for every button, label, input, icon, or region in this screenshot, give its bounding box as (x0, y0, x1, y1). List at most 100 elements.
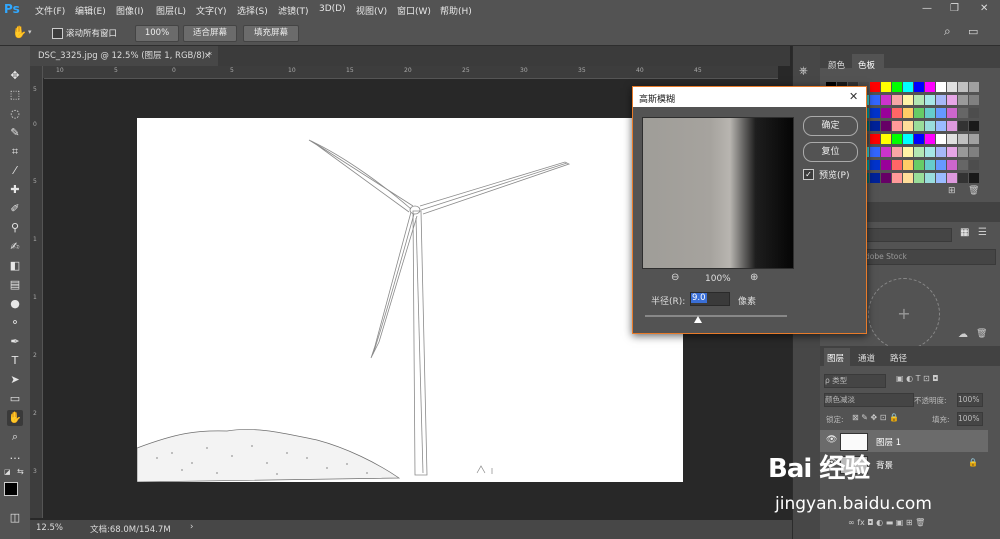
color-swatch[interactable] (870, 121, 880, 131)
color-swatch[interactable] (958, 134, 968, 144)
color-swatch[interactable] (969, 147, 979, 157)
color-swatch[interactable] (870, 173, 880, 183)
swap-colors-icon[interactable]: ⇆ (17, 467, 24, 476)
workspace-icon[interactable]: ▭ (968, 25, 978, 38)
color-swatch[interactable] (903, 147, 913, 157)
document-canvas[interactable] (137, 118, 683, 482)
color-swatch[interactable] (881, 173, 891, 183)
color-swatch[interactable] (947, 173, 957, 183)
zoom-tool-icon[interactable]: ⌕ (7, 429, 23, 445)
color-swatch[interactable] (870, 160, 880, 170)
color-swatch[interactable] (914, 108, 924, 118)
dialog-close-icon[interactable]: ✕ (849, 90, 858, 103)
color-swatch[interactable] (958, 173, 968, 183)
eyedropper-tool-icon[interactable]: ⁄ (7, 163, 23, 179)
color-swatch[interactable] (936, 108, 946, 118)
menu-view[interactable]: 视图(V) (356, 4, 387, 17)
foreground-color-swatch[interactable] (4, 482, 18, 496)
color-swatch[interactable] (870, 95, 880, 105)
color-swatch[interactable] (870, 134, 880, 144)
color-swatch[interactable] (958, 108, 968, 118)
color-swatch[interactable] (903, 173, 913, 183)
status-zoom[interactable]: 12.5% (36, 523, 63, 533)
zoom-out-icon[interactable]: ⊖ (671, 272, 679, 283)
menu-edit[interactable]: 编辑(E) (75, 4, 106, 17)
tab-layers[interactable]: 图层 (827, 352, 844, 364)
fill-input[interactable]: 100% (957, 412, 983, 426)
color-swatch[interactable] (925, 147, 935, 157)
eraser-tool-icon[interactable]: ◧ (7, 258, 23, 274)
tab-swatches[interactable]: 色板 (858, 59, 875, 71)
color-swatch[interactable] (947, 95, 957, 105)
color-swatch[interactable] (947, 82, 957, 92)
document-tab[interactable]: DSC_3325.jpg @ 12.5% (图层 1, RGB/8) * × (30, 46, 218, 66)
color-swatch[interactable] (892, 134, 902, 144)
color-swatch[interactable] (969, 95, 979, 105)
search-icon[interactable]: ⌕ (944, 24, 951, 39)
rectangle-tool-icon[interactable]: ▭ (7, 391, 23, 407)
layers-bottom-icons[interactable]: ∞ fx ◘ ◐ ▬ ▣ ⊞ 🗑 (848, 518, 925, 527)
color-swatch[interactable] (903, 82, 913, 92)
close-tab-icon[interactable]: × (204, 46, 211, 66)
color-swatch[interactable] (903, 95, 913, 105)
color-swatch[interactable] (936, 160, 946, 170)
hand-tool-icon[interactable]: ✋ (7, 410, 23, 426)
layer-filter-icons[interactable]: ▣ ◐ T ⊡ ◘ (896, 374, 939, 383)
color-swatch[interactable] (947, 134, 957, 144)
color-swatch[interactable] (958, 82, 968, 92)
color-swatch[interactable] (903, 108, 913, 118)
color-swatch[interactable] (881, 147, 891, 157)
more-tools-icon[interactable]: … (7, 448, 23, 464)
color-swatch[interactable] (892, 95, 902, 105)
lock-icons[interactable]: ⊠ ✎ ✥ ⊡ 🔒 (852, 413, 899, 422)
ok-button[interactable]: 确定 (803, 116, 858, 136)
brush-tool-icon[interactable]: ✐ (7, 201, 23, 217)
clone-stamp-tool-icon[interactable]: ⚲ (7, 220, 23, 236)
color-swatch[interactable] (914, 82, 924, 92)
color-swatch[interactable] (925, 82, 935, 92)
grid-view-icon[interactable]: ▦ (960, 227, 969, 238)
history-panel-icon[interactable]: ⎈ (799, 64, 808, 78)
color-swatch[interactable] (892, 108, 902, 118)
color-swatch[interactable] (903, 160, 913, 170)
gradient-tool-icon[interactable]: ▤ (7, 277, 23, 293)
menu-layer[interactable]: 图层(L) (156, 4, 186, 17)
color-swatch[interactable] (914, 160, 924, 170)
color-swatch[interactable] (969, 121, 979, 131)
color-swatch[interactable] (914, 134, 924, 144)
color-swatch[interactable] (947, 160, 957, 170)
color-swatch[interactable] (936, 173, 946, 183)
default-colors-icon[interactable]: ◪ (4, 468, 11, 476)
color-swatch[interactable] (958, 121, 968, 131)
path-select-tool-icon[interactable]: ➤ (7, 372, 23, 388)
color-swatch[interactable] (969, 134, 979, 144)
zoom-in-icon[interactable]: ⊕ (750, 272, 758, 283)
cloud-icon[interactable]: ☁ (958, 329, 968, 340)
status-menu-arrow[interactable]: › (190, 522, 193, 532)
color-swatch[interactable] (903, 121, 913, 131)
color-swatch[interactable] (881, 82, 891, 92)
menu-type[interactable]: 文字(Y) (196, 4, 227, 17)
new-swatch-icon[interactable]: ⊞ (948, 186, 956, 196)
layer-kind-filter[interactable]: ρ 类型 (824, 374, 886, 388)
color-swatch[interactable] (892, 147, 902, 157)
reset-button[interactable]: 复位 (803, 142, 858, 162)
library-select[interactable] (864, 228, 952, 242)
color-swatch[interactable] (969, 108, 979, 118)
color-swatch[interactable] (892, 160, 902, 170)
color-swatch[interactable] (925, 173, 935, 183)
color-swatch[interactable] (936, 121, 946, 131)
layer-name[interactable]: 图层 1 (876, 436, 901, 448)
color-swatch[interactable] (903, 134, 913, 144)
color-swatch[interactable] (925, 160, 935, 170)
color-swatch[interactable] (881, 160, 891, 170)
dodge-tool-icon[interactable]: ⚬ (7, 315, 23, 331)
color-swatch[interactable] (870, 108, 880, 118)
menu-3d[interactable]: 3D(D) (319, 4, 346, 14)
marquee-tool-icon[interactable]: ⬚ (7, 87, 23, 103)
tab-channels[interactable]: 通道 (858, 352, 875, 364)
color-swatch[interactable] (925, 108, 935, 118)
color-swatch[interactable] (870, 147, 880, 157)
color-swatch[interactable] (969, 173, 979, 183)
preview-checkbox[interactable]: ✓ (803, 169, 814, 180)
